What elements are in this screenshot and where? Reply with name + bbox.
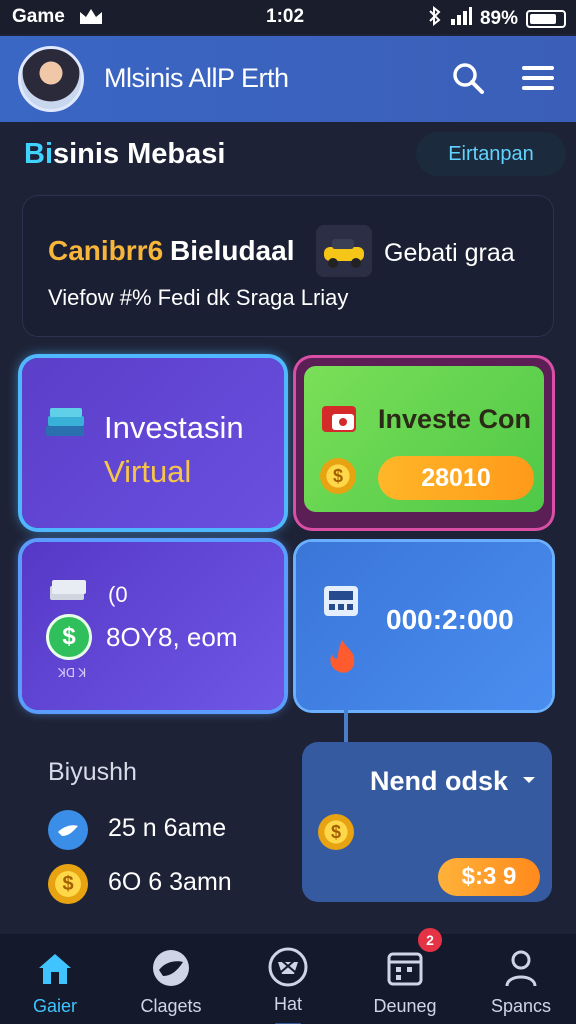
signal-icon — [450, 7, 472, 31]
nav-item-home[interactable]: Gaier — [0, 934, 110, 1024]
chevron-down-icon[interactable] — [522, 772, 536, 790]
status-time: 1:02 — [266, 6, 305, 27]
store-circle-icon — [266, 946, 310, 988]
banner-title: Bieludaal — [170, 235, 295, 266]
connector-line — [344, 710, 348, 744]
banner-brand: Canibrr6 — [48, 235, 164, 266]
search-button[interactable] — [446, 56, 490, 100]
promo-banner[interactable]: Canibrr6 Bieludaal Gebati graa Viefow #%… — [22, 195, 554, 337]
nav-label: Deuneg — [373, 996, 437, 1016]
calculator-icon — [322, 584, 360, 623]
balance-card[interactable]: (0 $ 8OY8, eom ꓘꓷ ꓘ — [22, 542, 284, 710]
home-icon — [33, 946, 77, 990]
bluetooth-icon — [428, 5, 442, 32]
car-icon — [316, 225, 372, 277]
fire-icon — [322, 636, 362, 681]
coin-icon: $ — [320, 458, 356, 494]
status-carrier: Game — [12, 6, 65, 27]
timer-value: 000:2:000 — [386, 604, 514, 635]
hamburger-icon — [522, 66, 554, 90]
nav-label: Clagets — [140, 996, 202, 1016]
battery-icon — [526, 10, 566, 28]
nav-item-hat[interactable]: Hat — [233, 934, 343, 1024]
user-icon — [499, 946, 543, 990]
dollar-icon: $ — [46, 614, 92, 660]
banner-right-text: Gebati graa — [384, 239, 515, 267]
calendar-icon — [383, 946, 427, 990]
crown-icon — [78, 6, 104, 31]
list-row-1: 25 n 6ame — [108, 814, 227, 842]
balance-value: 8OY8, eom — [106, 622, 238, 652]
search-icon — [453, 63, 484, 94]
nav-label: Spancs — [490, 996, 552, 1016]
next-order-card[interactable]: Nend odsk $ $:3 9 — [302, 742, 552, 902]
battery-percent: 89% — [479, 8, 518, 29]
virtual-card-line2: Virtual — [104, 454, 192, 489]
nav-label: Hat — [273, 994, 302, 1014]
books-icon — [44, 406, 88, 447]
bird-circle-icon — [149, 946, 193, 990]
nav-item-spancs[interactable]: Spancs — [466, 934, 576, 1024]
virtual-investment-card[interactable]: Investasin Virtual — [22, 358, 284, 528]
app-header: Mlsinis AllP Erth — [0, 36, 576, 122]
balance-tiny-label: ꓘꓷ ꓘ — [58, 666, 87, 680]
nav-item-deuneg[interactable]: Deuneg — [350, 934, 460, 1024]
section-title: Bisinis Mebasi — [24, 138, 226, 170]
next-card-title: Nend odsk — [370, 766, 509, 796]
header-title: Mlsinis AllP Erth — [104, 63, 289, 93]
list-title: Biyushh — [48, 758, 137, 786]
price-button[interactable]: $:3 9 — [438, 858, 540, 896]
nav-label: Gaier — [32, 996, 77, 1016]
balance-small-label: (0 — [108, 582, 128, 607]
coin-card-title: Investe Con — [378, 404, 532, 434]
coin-value-button[interactable]: 28010 — [378, 456, 534, 500]
status-bar: Game 1:02 89% — [0, 0, 576, 34]
notification-badge: 2 — [418, 928, 442, 952]
section-action-button[interactable]: Eirtanpan — [416, 132, 566, 176]
bird-icon — [48, 810, 88, 850]
nav-item-clagets[interactable]: Clagets — [116, 934, 226, 1024]
invest-coin-card[interactable]: Investe Con $ 28010 — [296, 358, 552, 528]
cash-stack-icon — [48, 576, 88, 607]
coin-icon: $ — [318, 814, 354, 850]
list-row-2: 6O 6 3amn — [108, 868, 232, 896]
menu-button[interactable] — [516, 56, 560, 100]
gift-icon — [318, 398, 364, 443]
virtual-card-line1: Investasin — [104, 410, 244, 445]
avatar[interactable] — [18, 46, 84, 112]
coin-icon: $ — [48, 864, 88, 904]
timer-card[interactable]: 000:2:000 — [296, 542, 552, 710]
bottom-nav: Gaier Clagets Hat Deuneg Spancs — [0, 934, 576, 1024]
banner-subtitle: Viefow #% Fedi dk Sraga Lriay — [48, 285, 349, 310]
